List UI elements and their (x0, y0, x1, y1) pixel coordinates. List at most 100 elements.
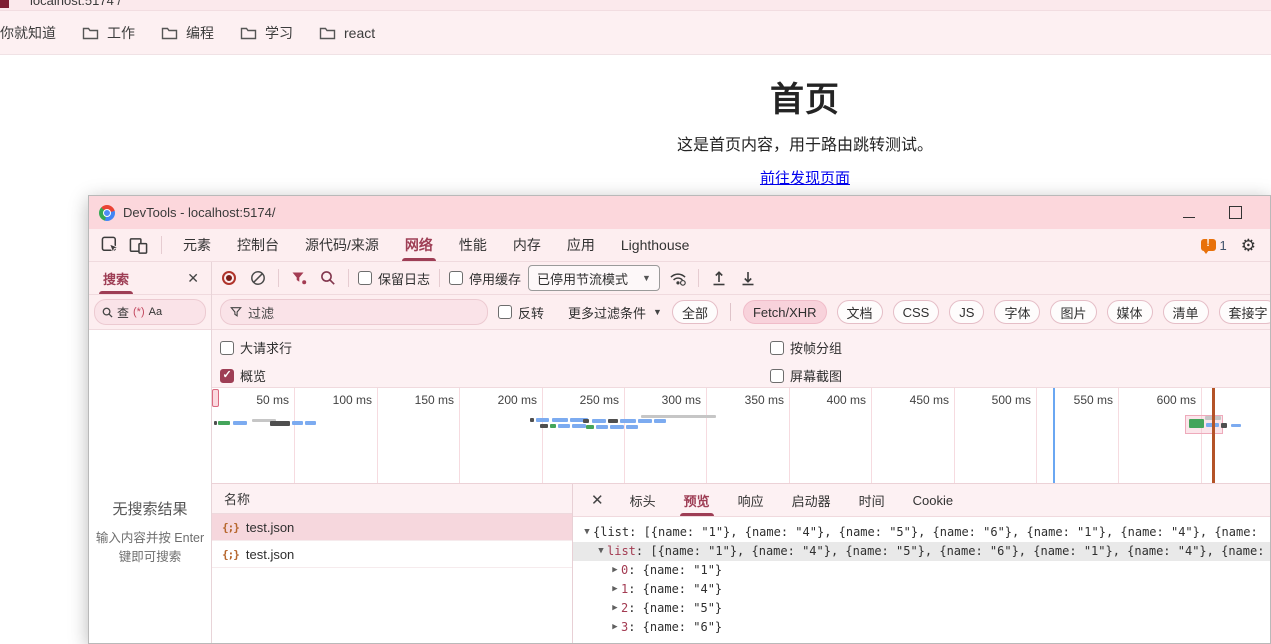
network-filter-row: 过滤 反转 更多过滤条件 ▼ 全部 Fetch/XHR 文档 CSS JS 字体 (212, 295, 1270, 330)
tab-network[interactable]: 网络 (392, 229, 446, 261)
json-tree-row[interactable]: ▼{list: [{name: "1"}, {name: "4"}, {name… (573, 523, 1270, 542)
timeline-gridline (1201, 388, 1202, 483)
filter-chip-doc[interactable]: 文档 (837, 300, 883, 324)
tab-headers[interactable]: 标头 (618, 484, 668, 516)
json-tree-row[interactable]: ▶3: {name: "6"} (573, 618, 1270, 637)
filter-icon[interactable] (288, 267, 310, 289)
filter-placeholder: 过滤 (248, 303, 274, 322)
search-network-icon[interactable] (317, 267, 339, 289)
filter-chip-font[interactable]: 字体 (994, 300, 1040, 324)
tree-expand-icon[interactable]: ▶ (609, 561, 621, 580)
import-har-icon[interactable] (708, 267, 730, 289)
waterfall-bar (536, 418, 549, 422)
device-toolbar-icon[interactable] (125, 233, 151, 257)
export-har-icon[interactable] (737, 267, 759, 289)
bookmark-folder[interactable]: 工作 (82, 23, 135, 43)
timeline-tick-label: 200 ms (498, 393, 542, 407)
disable-cache-checkbox[interactable]: 停用缓存 (449, 269, 521, 288)
tab-performance[interactable]: 性能 (446, 229, 500, 261)
issues-badge[interactable]: 1 (1201, 238, 1227, 253)
tab-search[interactable]: 搜索 (97, 262, 135, 294)
preserve-log-checkbox[interactable]: 保留日志 (358, 269, 430, 288)
bookmark-folder[interactable]: react (319, 25, 375, 41)
tab-cookies[interactable]: Cookie (901, 484, 965, 516)
timeline-overview[interactable]: 50 ms100 ms150 ms200 ms250 ms300 ms350 m… (212, 388, 1270, 484)
screenshots-checkbox[interactable]: 屏幕截图 (770, 366, 842, 385)
waterfall-bar (558, 424, 570, 428)
bookmark-folder[interactable]: 编程 (161, 23, 214, 43)
timeline-tick-label: 450 ms (910, 393, 954, 407)
filter-chip-all[interactable]: 全部 (672, 300, 718, 324)
network-conditions-icon[interactable] (667, 267, 689, 289)
divider (278, 269, 279, 287)
big-request-rows-checkbox[interactable]: 大请求行 (220, 338, 292, 357)
record-network-log-icon[interactable] (218, 267, 240, 289)
timeline-resize-handle[interactable] (212, 389, 219, 407)
filter-chip-manifest[interactable]: 清单 (1163, 300, 1209, 324)
request-detail-pane: ✕ 标头 预览 响应 启动器 时间 Cookie ▼{list: [{name:… (573, 484, 1270, 643)
waterfall-bar (1231, 424, 1241, 427)
discover-page-link[interactable]: 前往发现页面 (760, 170, 850, 187)
timeline-tick-label: 550 ms (1074, 393, 1118, 407)
bookmark-item[interactable]: 你就知道 (0, 23, 56, 43)
minimize-button[interactable] (1183, 208, 1195, 218)
timeline-gridline (542, 388, 543, 483)
close-detail-icon[interactable]: ✕ (581, 491, 614, 509)
json-preview: ▼{list: [{name: "1"}, {name: "4"}, {name… (573, 517, 1270, 643)
more-filters-dropdown[interactable]: 更多过滤条件 ▼ (568, 303, 662, 322)
json-tree-row-selected[interactable]: ▼list: [{name: "1"}, {name: "4"}, {name:… (573, 542, 1270, 561)
json-tree-row[interactable]: ▶0: {name: "1"} (573, 561, 1270, 580)
filter-chip-js[interactable]: JS (949, 300, 984, 324)
close-search-icon[interactable]: ✕ (183, 268, 203, 289)
tab-sources[interactable]: 源代码/来源 (292, 229, 392, 261)
checkbox (770, 369, 784, 383)
tree-expand-icon[interactable]: ▼ (595, 542, 607, 561)
maximize-button[interactable] (1229, 206, 1242, 219)
tree-expand-icon[interactable]: ▶ (609, 599, 621, 618)
search-icon (102, 307, 113, 318)
request-row[interactable]: {;} test.json (212, 514, 572, 541)
search-input[interactable]: 查 (*) Aa (94, 299, 206, 325)
regex-toggle-icon[interactable]: (*) (133, 306, 145, 318)
devtools-titlebar[interactable]: DevTools - localhost:5174/ (89, 196, 1270, 229)
match-case-toggle-icon[interactable]: Aa (149, 306, 162, 318)
filter-chip-socket[interactable]: 套接字 (1219, 300, 1270, 324)
timeline-gridline (1118, 388, 1119, 483)
waterfall-bar (638, 419, 652, 423)
settings-gear-icon[interactable]: ⚙ (1241, 237, 1256, 254)
clear-network-log-icon[interactable] (247, 267, 269, 289)
tab-lighthouse[interactable]: Lighthouse (608, 229, 703, 261)
group-by-frame-checkbox[interactable]: 按帧分组 (770, 338, 842, 357)
inspect-element-icon[interactable] (97, 233, 123, 257)
tree-expand-icon[interactable]: ▶ (609, 618, 621, 637)
invert-filter-checkbox[interactable]: 反转 (498, 303, 544, 322)
waterfall-bar (233, 421, 247, 425)
tab-application[interactable]: 应用 (554, 229, 608, 261)
tree-expand-icon[interactable]: ▶ (609, 580, 621, 599)
chevron-down-icon: ▼ (653, 307, 662, 317)
json-tree-row[interactable]: ▶2: {name: "5"} (573, 599, 1270, 618)
overview-checkbox[interactable]: 概览 (220, 366, 266, 385)
tab-response[interactable]: 响应 (726, 484, 776, 516)
timeline-gridline (954, 388, 955, 483)
json-tree-row[interactable]: ▶1: {name: "4"} (573, 580, 1270, 599)
filter-input[interactable]: 过滤 (220, 299, 488, 325)
column-header-name[interactable]: 名称 (212, 484, 572, 514)
tab-console[interactable]: 控制台 (224, 229, 292, 261)
tab-timing[interactable]: 时间 (847, 484, 897, 516)
filter-chip-img[interactable]: 图片 (1050, 300, 1096, 324)
tab-preview[interactable]: 预览 (672, 484, 722, 516)
waterfall-bar (586, 425, 594, 429)
tab-elements[interactable]: 元素 (170, 229, 224, 261)
tab-memory[interactable]: 内存 (500, 229, 554, 261)
throttling-select[interactable]: 已停用节流模式 ▼ (528, 265, 660, 291)
tab-initiator[interactable]: 启动器 (780, 484, 843, 516)
request-row[interactable]: {;} test.json (212, 541, 572, 568)
filter-chip-css[interactable]: CSS (893, 300, 940, 324)
tree-expand-icon[interactable]: ▼ (581, 523, 593, 542)
bookmark-folder[interactable]: 学习 (240, 23, 293, 43)
timeline-event-line (1212, 388, 1215, 483)
filter-chip-media[interactable]: 媒体 (1107, 300, 1153, 324)
filter-chip-fetch-xhr[interactable]: Fetch/XHR (743, 300, 827, 324)
page-description: 这是首页内容，用于路由跳转测试。 (545, 131, 1065, 155)
